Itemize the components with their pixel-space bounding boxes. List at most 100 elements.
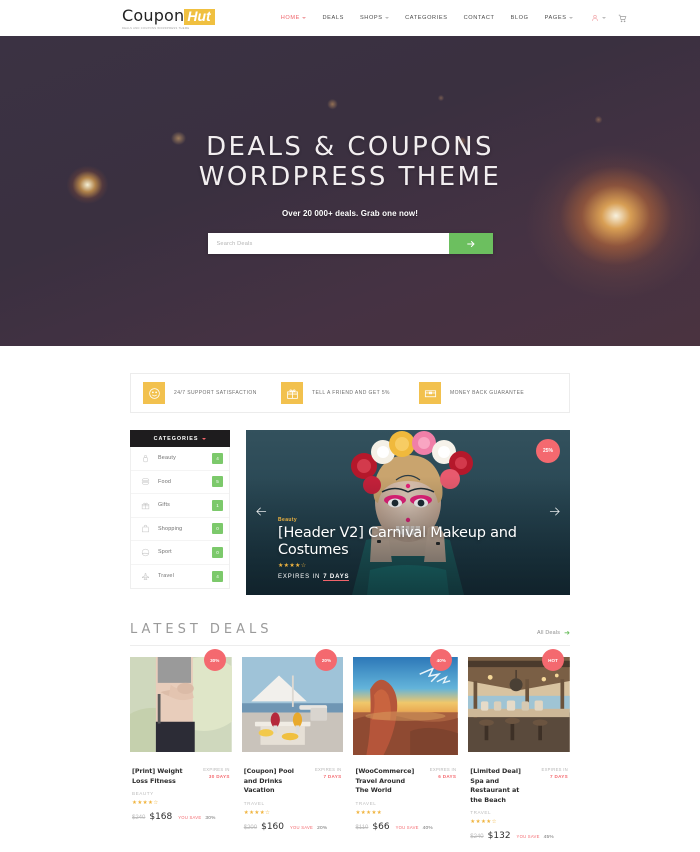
deal-body: [Limited Deal] Spa and Restaurant at the…	[468, 760, 570, 841]
main-content: CATEGORIES Beauty 4 Food 5 Gifts 1 Shopp…	[130, 430, 570, 595]
category-count: 5	[212, 476, 223, 488]
deal-card[interactable]: 20% [Coupon] Pool and Drinks Vacation EX…	[241, 649, 344, 841]
gift-icon	[281, 382, 303, 404]
nav-label: HOME	[280, 15, 300, 21]
category-count: 0	[212, 523, 223, 535]
gift-icon	[139, 501, 152, 510]
latest-deals-header: LATEST DEALS All Deals ➜	[130, 622, 570, 645]
deal-discount-badge: 30%	[203, 649, 226, 671]
deal-expiry-days: 30 DAYS	[208, 774, 230, 779]
nav-label: SHOPS	[359, 15, 383, 21]
deal-save-label: YOU SAVE	[395, 824, 419, 830]
deal-old-price: $200	[243, 824, 258, 831]
feature-label: TELL A FRIEND AND GET 5%	[312, 390, 390, 396]
search-submit-button[interactable]	[448, 233, 493, 254]
deal-expiry-days: 7 DAYS	[323, 774, 342, 779]
category-label: Gifts	[158, 502, 171, 509]
slider-prev-button[interactable]	[253, 504, 269, 521]
smiley-icon	[143, 382, 165, 404]
all-deals-link[interactable]: All Deals ➜	[537, 629, 570, 637]
category-count: 1	[212, 499, 223, 511]
deal-title[interactable]: [WooCommerce] Travel Around The World	[355, 767, 414, 796]
expiry-label: EXPIRES IN	[278, 574, 321, 581]
featured-deal-title[interactable]: [Header V2] Carnival Makeup and Costumes	[278, 525, 530, 559]
deal-title-row: [WooCommerce] Travel Around The World EX…	[355, 767, 456, 796]
nav-item-categories[interactable]: CATEGORIES	[397, 15, 455, 21]
deal-card[interactable]: 30% [Print] Weight Loss Fitness EXPIRES …	[130, 649, 232, 841]
sidebar-item-beauty[interactable]: Beauty 4	[131, 447, 229, 471]
deal-save-percent: 30%	[205, 816, 216, 821]
category-count: 4	[212, 570, 223, 582]
sidebar-item-travel[interactable]: Travel 4	[131, 565, 229, 589]
deal-expiry: EXPIRES IN 30 DAYS	[192, 767, 230, 786]
deal-save-label: YOU SAVE	[516, 834, 540, 839]
arrow-right-icon	[466, 240, 474, 247]
bag-icon	[139, 524, 152, 533]
categories-header[interactable]: CATEGORIES	[130, 430, 230, 447]
nav-item-shops[interactable]: SHOPS	[352, 15, 397, 21]
deals-grid: 30% [Print] Weight Loss Fitness EXPIRES …	[130, 649, 571, 841]
hero-banner: DEALS & COUPONS WORDPRESS THEME Over 20 …	[0, 36, 700, 346]
site-logo[interactable]: Coupon Hut DEALS AND COUPONS WORDPRESS T…	[122, 6, 215, 30]
deal-card[interactable]: 40% [WooCommerce] Travel Around The Worl…	[353, 649, 459, 841]
nav-item-home[interactable]: HOME	[273, 15, 315, 21]
sidebar-item-gifts[interactable]: Gifts 1	[131, 494, 229, 518]
featured-deal-category[interactable]: Beauty	[278, 517, 530, 523]
feature-referral: TELL A FRIEND AND GET 5%	[281, 382, 419, 404]
hero-search-form	[207, 233, 493, 254]
deal-category[interactable]: BEAUTY	[132, 791, 230, 796]
category-label: Travel	[158, 573, 174, 580]
nav-label: CATEGORIES	[405, 15, 448, 21]
arrow-right-icon	[549, 507, 560, 515]
sidebar-item-sport[interactable]: Sport 0	[131, 541, 229, 565]
deal-save-percent: 20%	[317, 825, 328, 831]
deal-title[interactable]: [Print] Weight Loss Fitness	[132, 767, 188, 786]
category-count: 0	[212, 546, 223, 558]
deal-card[interactable]: HOT [Limited Deal] Spa and Restaurant at…	[468, 649, 571, 841]
deal-category[interactable]: TRAVEL	[355, 801, 456, 806]
deal-pricing: $200 $160 YOU SAVE 20%	[244, 822, 342, 832]
deal-rating: ★★★★☆	[243, 809, 271, 816]
ball-icon	[139, 548, 152, 557]
deal-expiry: EXPIRES IN 7 DAYS	[530, 767, 568, 805]
deal-title-row: [Print] Weight Loss Fitness EXPIRES IN 3…	[132, 767, 230, 786]
cart-button[interactable]	[618, 14, 627, 23]
header-icon-group	[591, 14, 627, 23]
deal-expiry-label: EXPIRES IN	[203, 767, 230, 772]
deal-body: [Print] Weight Loss Fitness EXPIRES IN 3…	[130, 760, 232, 822]
arrow-left-icon	[256, 507, 267, 515]
account-menu-button[interactable]	[591, 14, 607, 22]
section-title: LATEST DEALS	[130, 622, 273, 637]
nav-item-contact[interactable]: CONTACT	[456, 15, 503, 21]
expiry-days: 7 DAYS	[323, 573, 350, 581]
feature-label: 24/7 SUPPORT SATISFACTION	[174, 390, 257, 396]
features-bar: 24/7 SUPPORT SATISFACTION TELL A FRIEND …	[130, 373, 570, 413]
deal-category[interactable]: TRAVEL	[470, 810, 568, 815]
deal-title-row: [Limited Deal] Spa and Restaurant at the…	[470, 767, 568, 805]
deal-title[interactable]: [Coupon] Pool and Drinks Vacation	[244, 767, 300, 796]
deal-expiry-days: 7 DAYS	[550, 774, 569, 779]
nav-item-pages[interactable]: PAGES	[537, 15, 581, 21]
deal-old-price: $240	[470, 834, 484, 840]
deal-save-percent: 45%	[543, 835, 554, 840]
hero-title: DEALS & COUPONS WORDPRESS THEME	[199, 132, 501, 192]
nav-item-blog[interactable]: BLOG	[503, 15, 537, 21]
nav-label: PAGES	[544, 15, 567, 21]
nav-label: DEALS	[322, 15, 344, 21]
search-input[interactable]	[207, 233, 449, 254]
deal-category[interactable]: TRAVEL	[244, 801, 342, 806]
logo-text: Coupon Hut	[122, 6, 215, 26]
nav-item-deals[interactable]: DEALS	[314, 15, 351, 21]
deal-rating: ★★★★☆	[470, 819, 497, 825]
deal-title[interactable]: [Limited Deal] Spa and Restaurant at the…	[470, 767, 526, 805]
slider-next-button[interactable]	[547, 504, 563, 521]
featured-deal-expiry: EXPIRES IN 7 DAYS	[278, 573, 530, 581]
sidebar-item-food[interactable]: Food 5	[131, 471, 229, 494]
site-header: Coupon Hut DEALS AND COUPONS WORDPRESS T…	[0, 0, 700, 36]
deal-discount-badge: HOT	[542, 649, 565, 671]
chevron-down-icon	[385, 17, 390, 19]
featured-deal-slider[interactable]: 25% Beauty [Header V2] Carnival Makeup a…	[246, 430, 570, 595]
feature-money-back: MONEY BACK GUARANTEE	[419, 382, 557, 404]
sidebar-item-shopping[interactable]: Shopping 0	[131, 518, 229, 541]
deal-image	[130, 657, 232, 760]
